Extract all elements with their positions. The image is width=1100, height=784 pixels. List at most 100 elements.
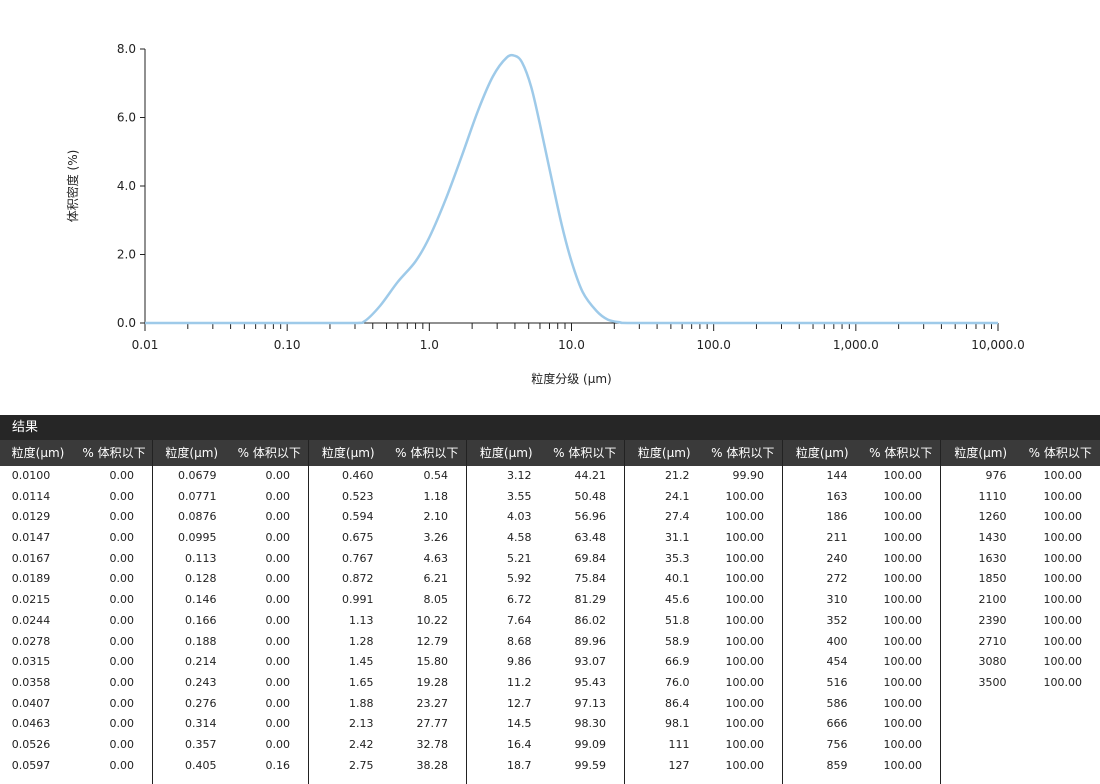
- volume-cell: 100.00: [883, 531, 923, 545]
- table-row: 1.65 19.28: [309, 673, 466, 694]
- table-row: 756 100.00: [783, 735, 940, 756]
- volume-cell: 0.00: [109, 510, 135, 524]
- size-cell: 58.9: [665, 634, 690, 648]
- table-row: 7.64 86.02: [467, 611, 624, 632]
- volume-cell: 0.00: [109, 489, 135, 503]
- table-row: 58.9 100.00: [625, 632, 782, 653]
- table-row: 240 100.00: [783, 549, 940, 570]
- volume-column-header: % 体积以下: [1028, 446, 1092, 460]
- table-row: 0.0215 0.00: [0, 590, 152, 611]
- volume-cell: 0.00: [109, 593, 135, 607]
- volume-cell: 27.77: [416, 717, 449, 731]
- size-cell: 0.276: [185, 696, 217, 710]
- table-row: 0.0771 0.00: [153, 487, 308, 508]
- table-row: 1260 100.00: [941, 507, 1100, 528]
- volume-cell: 63.48: [574, 531, 607, 545]
- table-row: 0.0679 0.00: [153, 466, 308, 487]
- size-cell: 2100: [978, 593, 1007, 607]
- size-cell: 1260: [978, 510, 1007, 524]
- table-row: 859 100.00: [783, 756, 940, 777]
- size-cell: 1630: [978, 551, 1007, 565]
- volume-cell: 100.00: [883, 613, 923, 627]
- table-row: 0.460 0.54: [309, 466, 466, 487]
- size-cell: 0.128: [185, 572, 217, 586]
- table-row: 21.2 99.90: [625, 466, 782, 487]
- x-axis-title: 粒度分级 (μm): [531, 371, 612, 386]
- size-cell: 163: [826, 489, 848, 503]
- y-axis-title: 体积密度 (%): [65, 150, 80, 223]
- volume-cell: 100.00: [725, 572, 765, 586]
- size-cell: 0.243: [185, 675, 217, 689]
- x-tick-label: 0.10: [274, 338, 301, 352]
- x-tick-label: 10.0: [558, 338, 585, 352]
- volume-cell: 0.00: [109, 572, 135, 586]
- size-cell: 186: [826, 510, 848, 524]
- volume-cell: 100.00: [883, 758, 923, 772]
- table-row: 0.0244 0.00: [0, 611, 152, 632]
- table-row: 211 100.00: [783, 528, 940, 549]
- size-cell: 0.166: [185, 613, 217, 627]
- table-row: 5.21 69.84: [467, 549, 624, 570]
- table-row: 5.92 75.84: [467, 569, 624, 590]
- size-cell: 18.7: [507, 758, 532, 772]
- volume-cell: 3.26: [423, 531, 449, 545]
- table-row: 666 100.00: [783, 714, 940, 735]
- volume-cell: 100.00: [1043, 551, 1083, 565]
- results-column-group: 粒度(μm)% 体积以下 0.460 0.54 0.523 1.18 0.594 2.10 0…: [309, 440, 467, 784]
- table-row: 352 100.00: [783, 611, 940, 632]
- table-row: 454 100.00: [783, 652, 940, 673]
- volume-cell: 8.05: [423, 593, 449, 607]
- size-cell: 1.88: [349, 696, 374, 710]
- volume-cell: 56.96: [574, 510, 607, 524]
- size-cell: 111: [668, 737, 690, 751]
- table-row: 0.188 0.00: [153, 632, 308, 653]
- table-row: 163 100.00: [783, 487, 940, 508]
- table-row: 0.214 0.00: [153, 652, 308, 673]
- size-cell: 12.7: [507, 696, 532, 710]
- volume-cell: 0.00: [109, 655, 135, 669]
- table-row: 0.0278 0.00: [0, 632, 152, 653]
- volume-cell: 0.00: [265, 572, 291, 586]
- size-column-header: 粒度(μm): [795, 446, 849, 460]
- table-row: 0.146 0.00: [153, 590, 308, 611]
- volume-cell: 100.00: [725, 634, 765, 648]
- results-column-group: 粒度(μm)% 体积以下 0.0679 0.00 0.0771 0.00 0.0876 0.…: [153, 440, 309, 784]
- volume-cell: 100.00: [725, 551, 765, 565]
- x-tick-label: 1.0: [420, 338, 439, 352]
- volume-cell: 50.48: [574, 489, 607, 503]
- table-row: 0.675 3.26: [309, 528, 466, 549]
- size-cell: 0.0114: [11, 489, 51, 503]
- size-cell: 4.03: [507, 510, 532, 524]
- size-cell: 11.2: [507, 675, 532, 689]
- volume-cell: 98.30: [574, 717, 607, 731]
- table-row: 0.357 0.00: [153, 735, 308, 756]
- size-cell: 0.594: [342, 510, 374, 524]
- volume-cell: 100.00: [883, 489, 923, 503]
- column-header: 粒度(μm) % 体积以下: [783, 440, 940, 466]
- x-tick-label: 10,000.0: [971, 338, 1024, 352]
- volume-cell: 1.18: [423, 489, 449, 503]
- volume-cell: 100.00: [883, 551, 923, 565]
- table-row: 24.1 100.00: [625, 487, 782, 508]
- volume-cell: 0.00: [265, 717, 291, 731]
- table-row: 1.13 10.22: [309, 611, 466, 632]
- size-column-header: 粒度(μm): [954, 446, 1008, 460]
- volume-cell: 0.00: [265, 469, 291, 482]
- table-row: 0.276 0.00: [153, 694, 308, 715]
- volume-cell: 10.22: [416, 613, 449, 627]
- table-row: 0.314 0.00: [153, 714, 308, 735]
- size-column-header: 粒度(μm): [11, 446, 65, 460]
- results-column-group: 粒度(μm) % 体积以下 21.2 99.90 24.1 100.00 27.4 100.0…: [625, 440, 783, 784]
- size-cell: 0.357: [185, 737, 217, 751]
- table-row: 1110 100.00: [941, 487, 1100, 508]
- volume-cell: 99.09: [574, 737, 607, 751]
- volume-cell: 0.00: [109, 717, 135, 731]
- size-cell: 0.0244: [11, 613, 51, 627]
- size-column-header: 粒度(μm): [321, 446, 375, 460]
- size-cell: 144: [826, 469, 848, 482]
- volume-cell: 100.00: [883, 572, 923, 586]
- size-cell: 0.0129: [11, 510, 51, 524]
- size-cell: 0.188: [185, 634, 217, 648]
- size-column-header: 粒度(μm): [165, 446, 219, 460]
- volume-cell: 89.96: [574, 634, 607, 648]
